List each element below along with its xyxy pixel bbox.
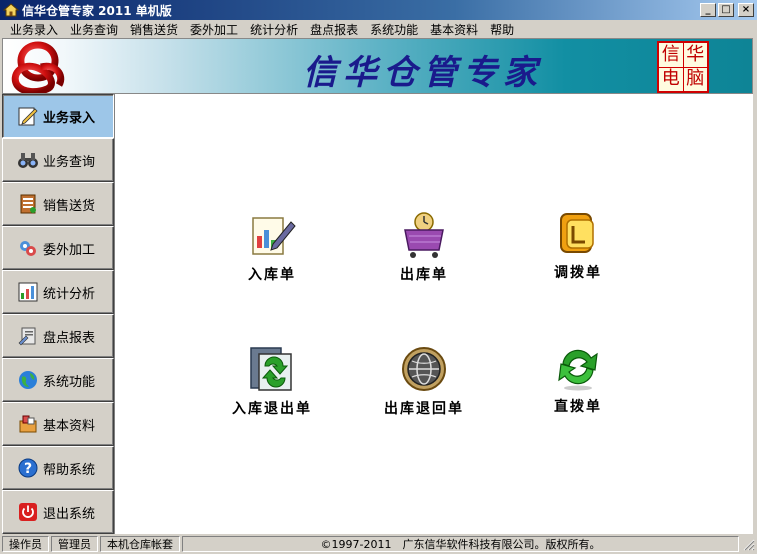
sidebar-item-label: 退出系统 — [43, 506, 96, 522]
data-icon — [19, 415, 37, 433]
stock-in-return-button[interactable]: 入库退出单 — [212, 344, 332, 418]
brand-stamp: 信 华 电 脑 — [657, 41, 709, 93]
menu-bar: 业务录入 业务查询 销售送货 委外加工 统计分析 盘点报表 系统功能 基本资料 … — [0, 20, 757, 38]
sidebar-item-sales-delivery[interactable]: 销售送货 — [2, 182, 114, 226]
minimize-icon: _ — [705, 4, 711, 15]
menu-inventory-report[interactable]: 盘点报表 — [304, 21, 364, 38]
menu-outsourcing[interactable]: 委外加工 — [184, 21, 244, 38]
close-icon: × — [741, 4, 751, 15]
stamp-char: 电 — [659, 67, 683, 91]
direct-transfer-button[interactable]: 直拨单 — [518, 342, 638, 416]
action-label: 调拨单 — [554, 265, 602, 281]
stamp-char: 脑 — [683, 67, 707, 91]
stock-out-button[interactable]: 出库单 — [364, 210, 484, 284]
stamp-char: 华 — [683, 43, 707, 67]
help-icon: ? — [18, 458, 38, 478]
sidebar: 业务录入 业务查询 销售送货 委外加工 统计分析 盘点报表 系统功能 基本资料 … — [2, 94, 114, 534]
banner: 信华仓管专家 信 华 电 脑 — [2, 38, 753, 94]
direct-transfer-icon — [558, 349, 598, 391]
sidebar-item-business-entry[interactable]: 业务录入 — [2, 94, 114, 138]
window-title: 信华仓管专家 2011 单机版 — [22, 3, 172, 18]
sidebar-item-label: 业务录入 — [43, 110, 96, 126]
menu-business-entry[interactable]: 业务录入 — [4, 21, 64, 38]
resize-grip-icon[interactable] — [741, 537, 755, 551]
title-bar: 信华仓管专家 2011 单机版 _ □ × — [0, 0, 757, 20]
stock-in-button[interactable]: 入库单 — [212, 210, 332, 284]
maximize-icon: □ — [721, 4, 731, 15]
sidebar-item-statistics[interactable]: 统计分析 — [2, 270, 114, 314]
menu-system[interactable]: 系统功能 — [364, 21, 424, 38]
action-label: 出库退回单 — [384, 401, 464, 417]
sidebar-item-inventory-report[interactable]: 盘点报表 — [2, 314, 114, 358]
action-label: 入库单 — [248, 267, 296, 283]
sidebar-item-label: 业务查询 — [43, 154, 96, 170]
status-operator-value: 管理员 — [51, 536, 98, 552]
action-label: 直拨单 — [554, 399, 602, 415]
svg-text:?: ? — [24, 461, 32, 477]
sidebar-item-system[interactable]: 系统功能 — [2, 358, 114, 402]
globe-return-icon — [402, 347, 446, 391]
stock-out-return-button[interactable]: 出库退回单 — [364, 344, 484, 418]
banner-title: 信华仓管专家 — [303, 53, 543, 93]
status-operator-label: 操作员 — [2, 536, 49, 552]
transfer-icon — [560, 213, 594, 253]
sidebar-item-label: 统计分析 — [43, 286, 96, 302]
menu-sales-delivery[interactable]: 销售送货 — [124, 21, 184, 38]
binoculars-icon — [18, 153, 38, 168]
menu-help[interactable]: 帮助 — [484, 21, 520, 38]
menu-statistics[interactable]: 统计分析 — [244, 21, 304, 38]
minimize-button[interactable]: _ — [700, 3, 716, 17]
analysis-icon — [18, 282, 38, 302]
sidebar-item-label: 销售送货 — [43, 198, 96, 214]
menu-basic-data[interactable]: 基本资料 — [424, 21, 484, 38]
sidebar-item-label: 盘点报表 — [43, 330, 96, 346]
app-home-icon — [3, 3, 19, 17]
sidebar-item-label: 基本资料 — [43, 418, 96, 434]
sidebar-item-basic-data[interactable]: 基本资料 — [2, 402, 114, 446]
sidebar-item-exit[interactable]: 退出系统 — [2, 490, 114, 534]
sidebar-item-label: 系统功能 — [43, 374, 96, 390]
sidebar-item-label: 委外加工 — [43, 242, 96, 258]
status-account: 本机仓库帐套 — [100, 536, 180, 552]
stock-in-icon — [252, 217, 296, 255]
stamp-char: 信 — [659, 43, 683, 67]
sidebar-item-outsourcing[interactable]: 委外加工 — [2, 226, 114, 270]
logo-icon — [11, 41, 65, 93]
close-button[interactable]: × — [738, 3, 754, 17]
menu-business-query[interactable]: 业务查询 — [64, 21, 124, 38]
action-label: 入库退出单 — [232, 401, 312, 417]
stock-return-icon — [250, 347, 292, 391]
sidebar-item-help[interactable]: ? 帮助系统 — [2, 446, 114, 490]
globe-icon — [19, 371, 37, 389]
maximize-button[interactable]: □ — [718, 3, 734, 17]
action-label: 出库单 — [400, 267, 448, 283]
power-icon — [19, 503, 37, 521]
transfer-button[interactable]: 调拨单 — [518, 208, 638, 282]
delivery-icon — [20, 194, 36, 214]
status-bar: 操作员 管理员 本机仓库帐套 ©1997-2011 广东信华软件科技有限公司。版… — [0, 534, 757, 554]
sidebar-item-label: 帮助系统 — [43, 462, 96, 478]
report-icon — [18, 327, 36, 346]
processing-icon — [20, 241, 36, 256]
status-copyright: ©1997-2011 广东信华软件科技有限公司。版权所有。 — [182, 536, 739, 552]
main-panel: 入库单 出库单 调拨单 入库退出单 出库退回单 直拨单 — [114, 94, 753, 534]
edit-icon — [18, 107, 38, 126]
sidebar-item-business-query[interactable]: 业务查询 — [2, 138, 114, 182]
cart-icon — [404, 212, 444, 258]
